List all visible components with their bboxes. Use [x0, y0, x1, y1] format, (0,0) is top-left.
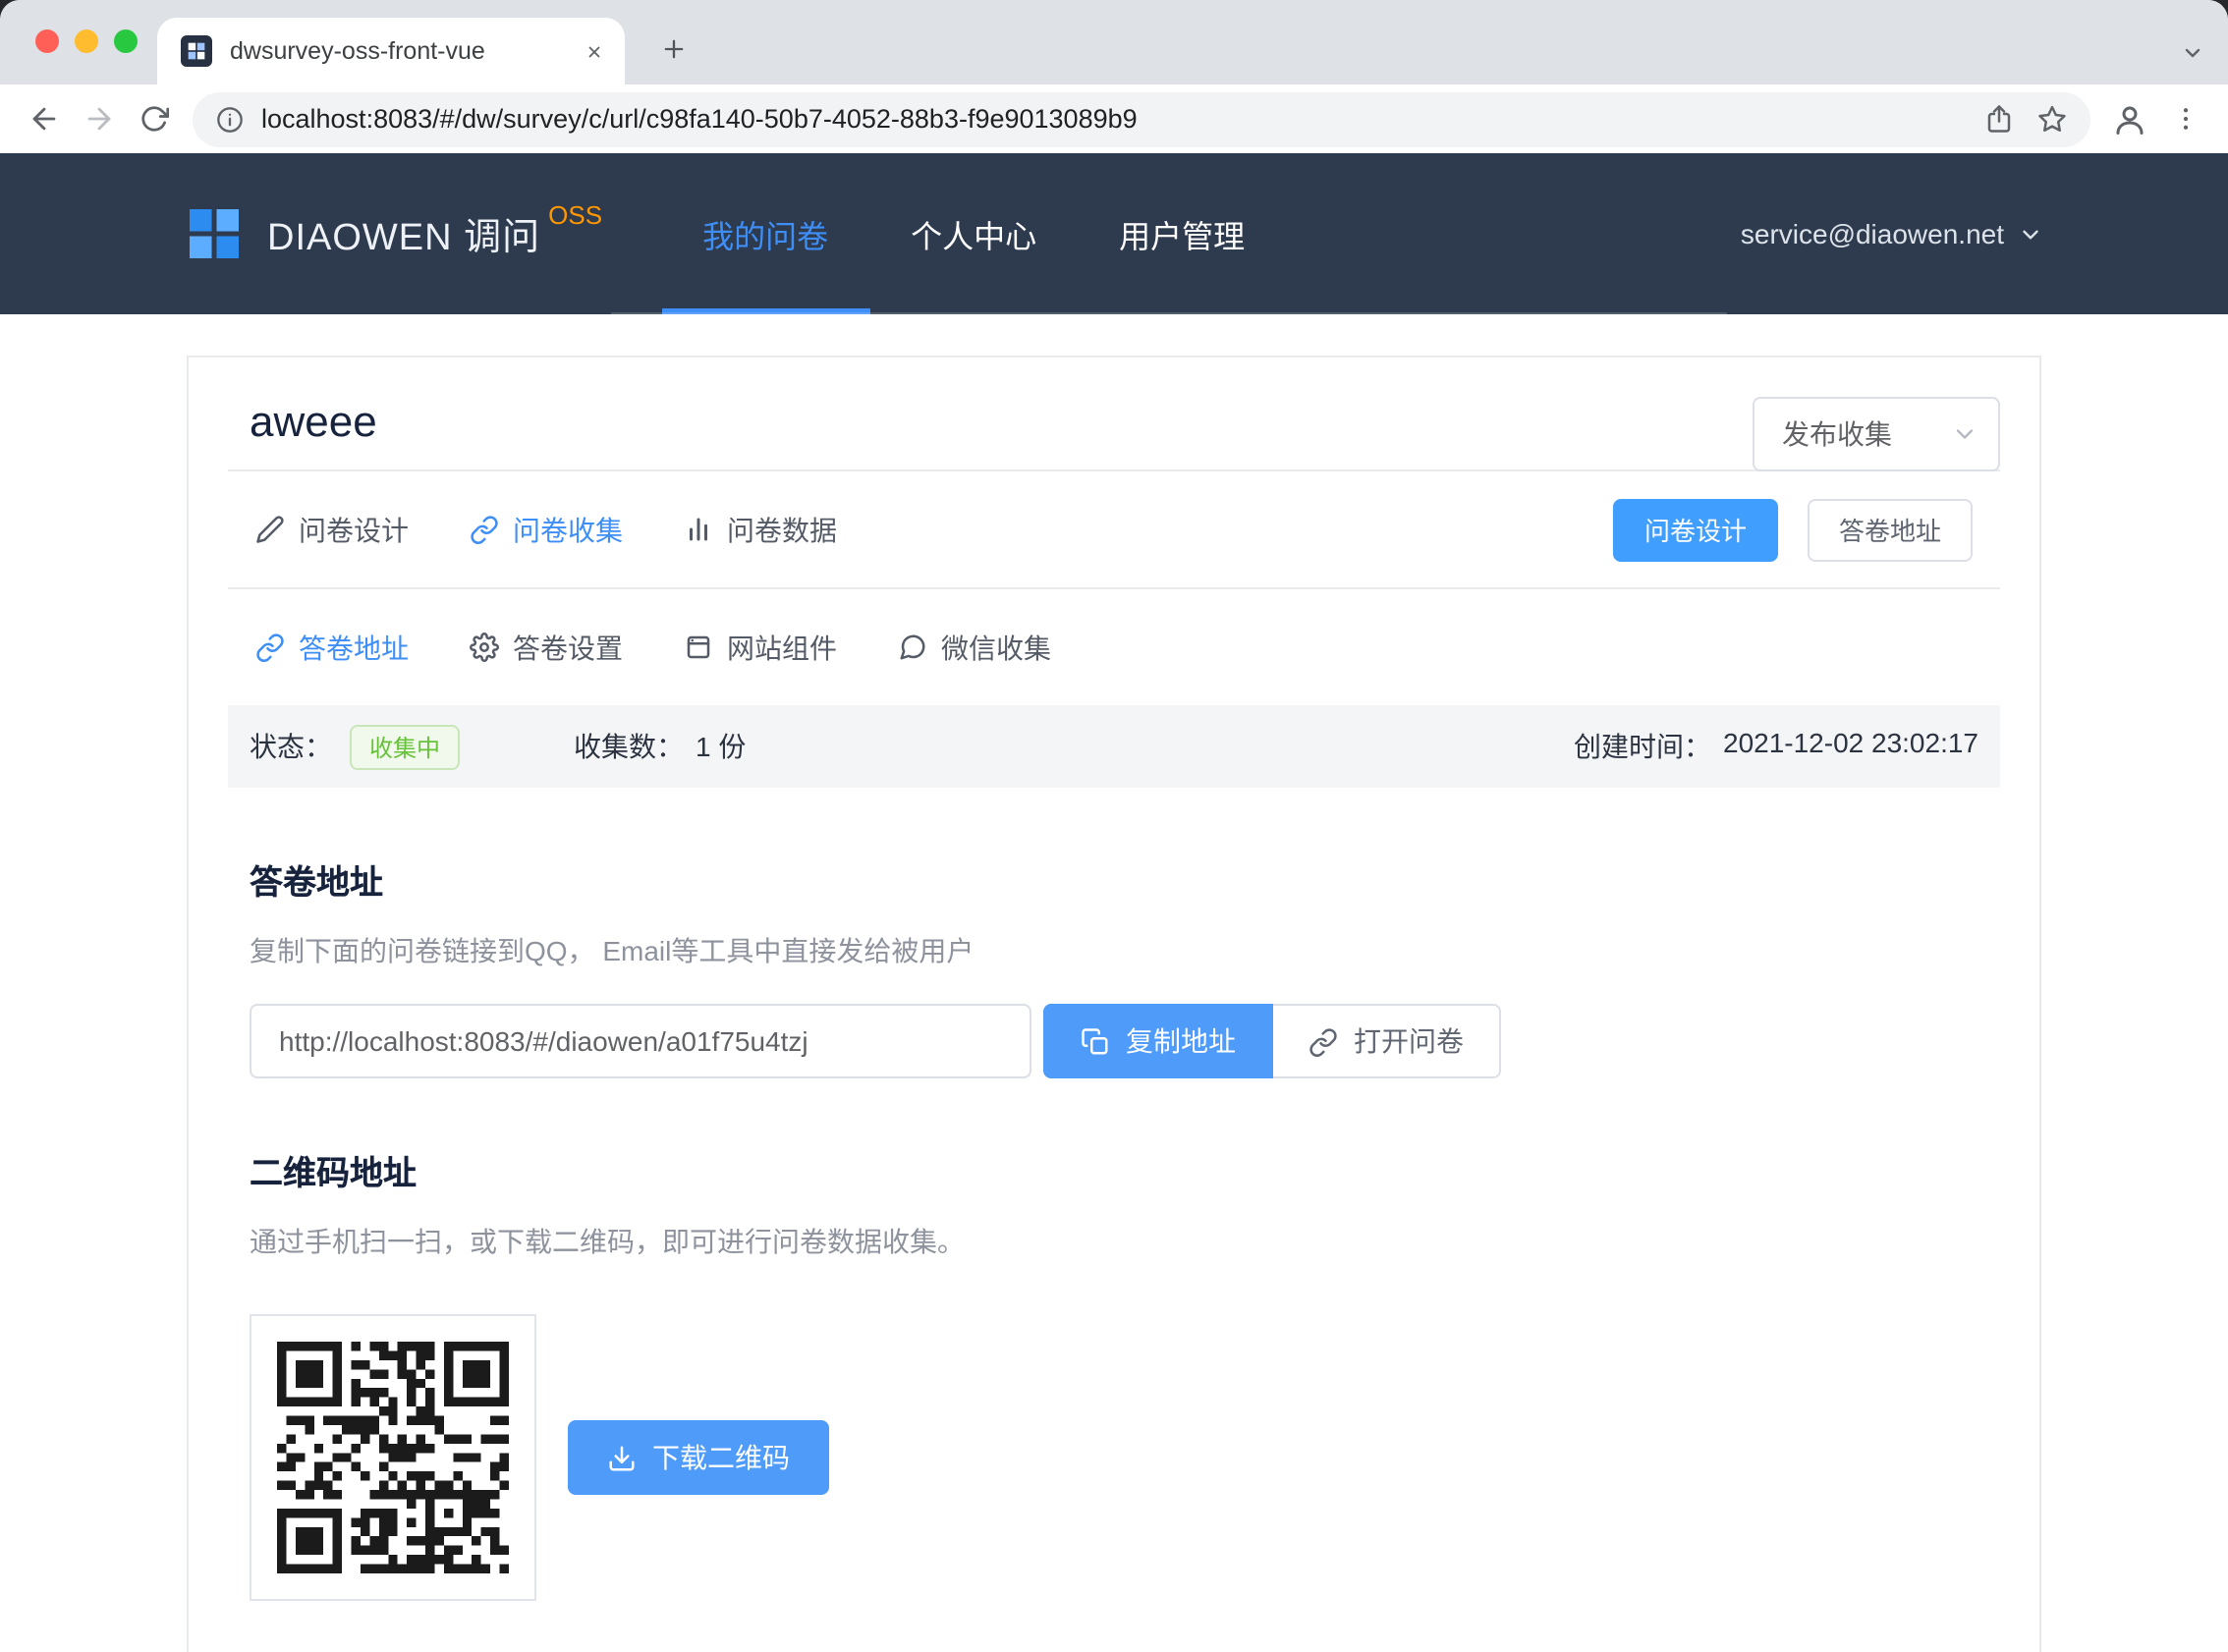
tab-title: dwsurvey-oss-front-vue — [230, 37, 566, 65]
tab-search-chevron-icon[interactable] — [2181, 41, 2204, 65]
qr-code-image — [250, 1314, 536, 1601]
collect-count-label: 收集数： — [574, 727, 684, 766]
header-actions: 问卷设计 答卷地址 — [1613, 498, 1973, 561]
share-icon[interactable] — [1984, 104, 2014, 134]
account-menu[interactable]: service@diaowen.net — [1741, 153, 2043, 314]
qr-row: 下载二维码 — [250, 1314, 1978, 1601]
app-header: DIAOWEN 调问 OSS 我的问卷 个人中心 用户管理 service@di… — [0, 153, 2228, 314]
favicon-grid-icon — [181, 35, 212, 67]
nav-item-user-management[interactable]: 用户管理 — [1078, 153, 1286, 314]
nav-item-personal-center[interactable]: 个人中心 — [869, 153, 1078, 314]
qr-title: 二维码地址 — [250, 1145, 1978, 1194]
created-time: 创建时间： 2021-12-02 23:02:17 — [1574, 727, 1978, 766]
url-text[interactable]: localhost:8083/#/dw/survey/c/url/c98fa14… — [261, 104, 1961, 134]
answer-url-desc: 复制下面的问卷链接到QQ， Email等工具中直接发给被用户 — [250, 931, 1978, 970]
collect-subtabs: 答卷地址 答卷设置 网站组件 微信收集 — [228, 589, 2000, 705]
brand-name: DIAOWEN 调问 — [267, 207, 540, 260]
copy-icon — [1081, 1026, 1110, 1056]
browser-tab[interactable]: dwsurvey-oss-front-vue — [157, 18, 625, 84]
answer-url-section: 答卷地址 复制下面的问卷链接到QQ， Email等工具中直接发给被用户 复制地址… — [228, 854, 2000, 1078]
browser-toolbar: localhost:8083/#/dw/survey/c/url/c98fa14… — [0, 84, 2228, 153]
link-icon — [255, 633, 285, 662]
download-icon — [607, 1443, 637, 1472]
tab-survey-design[interactable]: 问卷设计 — [255, 510, 409, 549]
status-bar: 状态： 收集中 收集数： 1 份 创建时间： 2021-12-02 23:02:… — [228, 705, 2000, 788]
tab-survey-data[interactable]: 问卷数据 — [684, 510, 837, 549]
answer-url-button[interactable]: 答卷地址 — [1808, 498, 1973, 561]
subtab-wechat-collect[interactable]: 微信收集 — [898, 628, 1051, 667]
diaowen-logo-icon — [185, 204, 244, 263]
brand[interactable]: DIAOWEN 调问 OSS — [185, 153, 602, 314]
qr-desc: 通过手机扫一扫，或下载二维码，即可进行问卷数据收集。 — [250, 1222, 1978, 1261]
browser-tab-strip: dwsurvey-oss-front-vue — [0, 0, 2228, 84]
account-email: service@diaowen.net — [1741, 218, 2004, 249]
download-qr-button[interactable]: 下载二维码 — [568, 1420, 829, 1495]
status-label: 状态： — [250, 727, 332, 766]
minimize-window-button[interactable] — [75, 29, 98, 53]
tab-close-icon[interactable] — [578, 35, 609, 67]
bar-chart-icon — [684, 515, 713, 544]
created-time-label: 创建时间： — [1574, 727, 1711, 766]
publish-select[interactable]: 发布收集 — [1753, 397, 2000, 471]
survey-tabs: 问卷设计 问卷收集 问卷数据 问卷设计 答卷地址 — [228, 471, 2000, 587]
collect-count-value: 1 份 — [696, 727, 746, 766]
bookmark-star-icon[interactable] — [2037, 104, 2067, 134]
copy-url-button[interactable]: 复制地址 — [1043, 1004, 1273, 1078]
forward-icon[interactable] — [71, 91, 126, 146]
reload-icon[interactable] — [126, 91, 181, 146]
site-info-icon[interactable] — [216, 105, 244, 133]
status-badge: 收集中 — [350, 724, 460, 769]
page: aweee 发布收集 问卷设计 问卷收集 问卷数据 — [0, 314, 2228, 1652]
browser-window: dwsurvey-oss-front-vue localhost:8083/#/… — [0, 0, 2228, 1652]
survey-title: aweee — [250, 397, 377, 448]
gear-icon — [470, 633, 499, 662]
new-tab-button[interactable] — [650, 26, 697, 73]
main-nav: 我的问卷 个人中心 用户管理 — [661, 153, 1286, 314]
tab-survey-collect[interactable]: 问卷收集 — [470, 510, 623, 549]
open-survey-button[interactable]: 打开问卷 — [1273, 1004, 1501, 1078]
card-header: aweee 发布收集 — [228, 358, 2000, 469]
nav-underline — [611, 312, 1727, 314]
widget-icon — [684, 633, 713, 662]
link-icon — [1309, 1026, 1338, 1056]
maximize-window-button[interactable] — [114, 29, 138, 53]
qr-section: 二维码地址 通过手机扫一扫，或下载二维码，即可进行问卷数据收集。 下载二维码 — [228, 1145, 2000, 1601]
brand-badge-oss: OSS — [548, 199, 602, 229]
nav-item-my-surveys[interactable]: 我的问卷 — [661, 153, 869, 314]
wechat-icon — [898, 633, 927, 662]
edit-icon — [255, 515, 285, 544]
subtab-site-widget[interactable]: 网站组件 — [684, 628, 837, 667]
created-time-value: 2021-12-02 23:02:17 — [1723, 727, 1978, 766]
survey-url-input[interactable] — [250, 1004, 1031, 1078]
address-bar[interactable]: localhost:8083/#/dw/survey/c/url/c98fa14… — [193, 91, 2090, 146]
link-icon — [470, 515, 499, 544]
answer-url-title: 答卷地址 — [250, 854, 1978, 904]
chevron-down-icon — [1951, 420, 1978, 448]
answer-url-row: 复制地址 打开问卷 — [250, 1004, 1978, 1078]
profile-avatar-icon[interactable] — [2102, 91, 2157, 146]
back-icon[interactable] — [16, 91, 71, 146]
url-button-group: 复制地址 打开问卷 — [1043, 1004, 1501, 1078]
subtab-answer-settings[interactable]: 答卷设置 — [470, 628, 623, 667]
chevron-down-icon — [2018, 221, 2043, 247]
close-window-button[interactable] — [35, 29, 59, 53]
survey-design-button[interactable]: 问卷设计 — [1613, 498, 1778, 561]
survey-card: aweee 发布收集 问卷设计 问卷收集 问卷数据 — [187, 356, 2041, 1652]
window-controls — [35, 29, 138, 53]
subtab-answer-url[interactable]: 答卷地址 — [255, 628, 409, 667]
browser-menu-icon[interactable] — [2157, 91, 2212, 146]
